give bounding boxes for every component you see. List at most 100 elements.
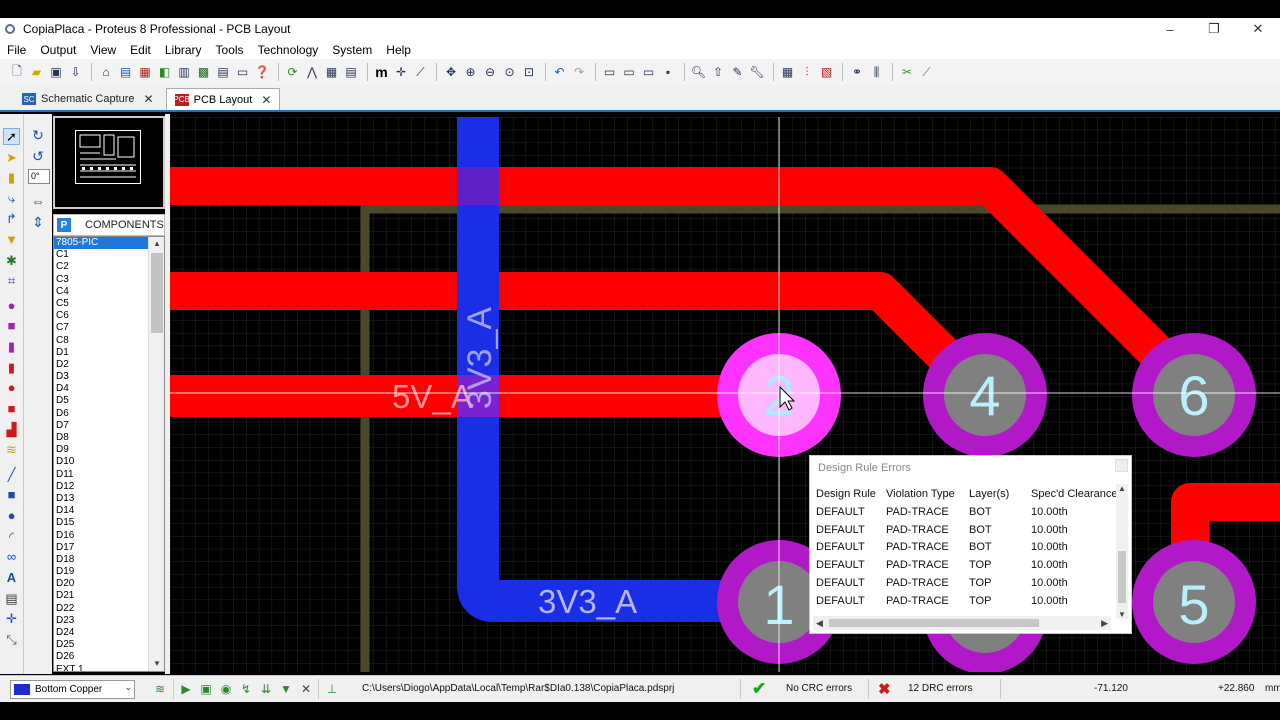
track-mode-icon[interactable]: ⤷	[3, 190, 20, 207]
list-item[interactable]: D15	[54, 517, 150, 529]
list-item[interactable]: D5	[54, 395, 150, 407]
rotate-cw-icon[interactable]: ↻	[29, 126, 47, 144]
package-tool-icon[interactable]: ⇧	[709, 63, 727, 81]
block-copy-icon[interactable]: ▭	[601, 63, 619, 81]
refresh-icon[interactable]: ⟳	[284, 63, 302, 81]
popup-horizontal-scrollbar[interactable]: ◀ ▶	[813, 616, 1111, 630]
tab-schematic-capture[interactable]: SC Schematic Capture ✕	[14, 88, 162, 110]
connectivity-mode-icon[interactable]: ⌗	[3, 272, 20, 289]
column-layers[interactable]: Layer(s)	[967, 485, 1029, 503]
open-folder-icon[interactable]: ▰	[28, 63, 46, 81]
zone-mode-icon[interactable]: ▼	[3, 231, 20, 248]
popup-close-icon[interactable]	[1115, 459, 1128, 472]
list-item[interactable]: D26	[54, 651, 150, 663]
layer-selector[interactable]: Bottom Copper ⌄	[10, 680, 135, 699]
close-icon[interactable]: ✕	[144, 92, 154, 106]
bom-icon[interactable]: ▥	[175, 63, 193, 81]
list-item[interactable]: D6	[54, 408, 150, 420]
table-row[interactable]: DEFAULT PAD-TRACE BOT 10.00th	[814, 521, 1120, 539]
metric-toggle-icon[interactable]: m	[373, 63, 391, 81]
undo-icon[interactable]: ↶	[551, 63, 569, 81]
list-item[interactable]: D12	[54, 481, 150, 493]
column-violation-type[interactable]: Violation Type	[884, 485, 967, 503]
table-row[interactable]: DEFAULT PAD-TRACE TOP 10.00th	[814, 556, 1120, 574]
mirror-x-icon[interactable]: ⇔	[29, 192, 47, 210]
step-icon[interactable]: ▣	[198, 681, 214, 697]
menu-technology[interactable]: Technology	[251, 43, 326, 57]
menu-output[interactable]: Output	[33, 43, 83, 57]
block-rotate-icon[interactable]: ▭	[640, 63, 658, 81]
help-icon[interactable]: ❓	[253, 63, 271, 81]
box-icon[interactable]: ■	[3, 486, 20, 503]
pan-icon[interactable]: ✥	[442, 63, 460, 81]
edge-pad-icon[interactable]: ▮	[3, 359, 20, 376]
zoom-all-icon[interactable]: ⊙	[501, 63, 519, 81]
list-item[interactable]: D24	[54, 627, 150, 639]
home-icon[interactable]: ⌂	[97, 63, 115, 81]
pad-4[interactable]: 4	[923, 333, 1047, 457]
line-icon[interactable]: ╱	[3, 466, 20, 483]
layers-icon[interactable]: ▤	[342, 63, 360, 81]
play-icon[interactable]: ▶	[178, 681, 194, 697]
table-row[interactable]: DEFAULT PAD-TRACE BOT 10.00th	[814, 539, 1120, 557]
list-item[interactable]: D3	[54, 371, 150, 383]
schematic-icon[interactable]: ▤	[117, 63, 135, 81]
component-list[interactable]: 7805-PIC C1 C2 C3 C4 C5 C6 C7 C8 D1 D2 D3 D4 D5 D6 D7 D8…	[53, 236, 165, 672]
padstack-icon[interactable]: ≋	[3, 441, 20, 458]
close-icon[interactable]: ✕	[261, 93, 271, 107]
list-item[interactable]: D10	[54, 456, 150, 468]
autorouter-icon[interactable]: ⫶	[798, 63, 816, 81]
list-item[interactable]: C2	[54, 261, 150, 273]
rotate-ccw-icon[interactable]: ↺	[29, 147, 47, 165]
text-icon[interactable]: A	[3, 569, 20, 586]
column-design-rule[interactable]: Design Rule	[814, 485, 884, 503]
menu-tools[interactable]: Tools	[209, 43, 251, 57]
zoom-out-icon[interactable]: ⊖	[481, 63, 499, 81]
menu-view[interactable]: View	[83, 43, 123, 57]
overview-window[interactable]	[53, 116, 165, 209]
list-item[interactable]: D13	[54, 493, 150, 505]
list-item[interactable]: C8	[54, 335, 150, 347]
arc-icon[interactable]: ◜	[3, 528, 20, 545]
list-item[interactable]: D19	[54, 566, 150, 578]
table-row[interactable]: DEFAULT PAD-TRACE BOT 10.00th	[814, 503, 1120, 521]
rotation-angle-field[interactable]: 0°	[28, 169, 50, 184]
connectivity-icon[interactable]: ⊥	[324, 681, 340, 697]
list-item[interactable]: C4	[54, 286, 150, 298]
tab-pcb-layout[interactable]: PCB PCB Layout ✕	[165, 88, 281, 110]
list-item[interactable]: EXT 1	[54, 664, 150, 671]
package-mode-icon[interactable]: ▮	[3, 169, 20, 186]
column-clearance[interactable]: Spec'd Clearance	[1029, 485, 1120, 503]
drc-check-icon[interactable]: ⟋	[918, 63, 936, 81]
maximize-button[interactable]: ❐	[1192, 18, 1236, 40]
scroll-thumb[interactable]	[1118, 551, 1126, 603]
import-icon[interactable]: ⇩	[67, 63, 85, 81]
ratsnest-mode-icon[interactable]: ✱	[3, 252, 20, 269]
scroll-thumb[interactable]	[151, 253, 163, 333]
pick-devices-button[interactable]: P	[57, 218, 71, 232]
record-icon[interactable]: ◉	[218, 681, 234, 697]
menu-edit[interactable]: Edit	[123, 43, 158, 57]
list-item[interactable]: D25	[54, 639, 150, 651]
circle-icon[interactable]: ●	[3, 507, 20, 524]
table-row[interactable]: DEFAULT PAD-TRACE TOP 10.00th	[814, 574, 1120, 592]
list-item[interactable]: C6	[54, 310, 150, 322]
list-item[interactable]: D7	[54, 420, 150, 432]
marker-icon[interactable]: ✛	[3, 610, 20, 627]
list-item[interactable]: D4	[54, 383, 150, 395]
list-scrollbar[interactable]: ▲ ▼	[148, 237, 164, 671]
binoculars-icon[interactable]: ⚭	[848, 63, 866, 81]
polygonal-pad-icon[interactable]: ▟	[3, 421, 20, 438]
symbol-icon[interactable]: ▤	[3, 590, 20, 607]
scroll-up-icon[interactable]: ▲	[149, 237, 164, 251]
scroll-right-icon[interactable]: ▶	[1101, 616, 1108, 630]
fit-icon[interactable]: ⇊	[258, 681, 274, 697]
dil-pad-icon[interactable]: ▮	[3, 338, 20, 355]
list-item[interactable]: 7805-PIC	[54, 237, 150, 250]
list-item[interactable]: D22	[54, 603, 150, 615]
list-item[interactable]: D20	[54, 578, 150, 590]
mirror-y-icon[interactable]: ⇕	[29, 213, 47, 231]
menu-system[interactable]: System	[325, 43, 379, 57]
list-item[interactable]: C3	[54, 274, 150, 286]
dimension-icon[interactable]: ⤡	[3, 631, 20, 648]
